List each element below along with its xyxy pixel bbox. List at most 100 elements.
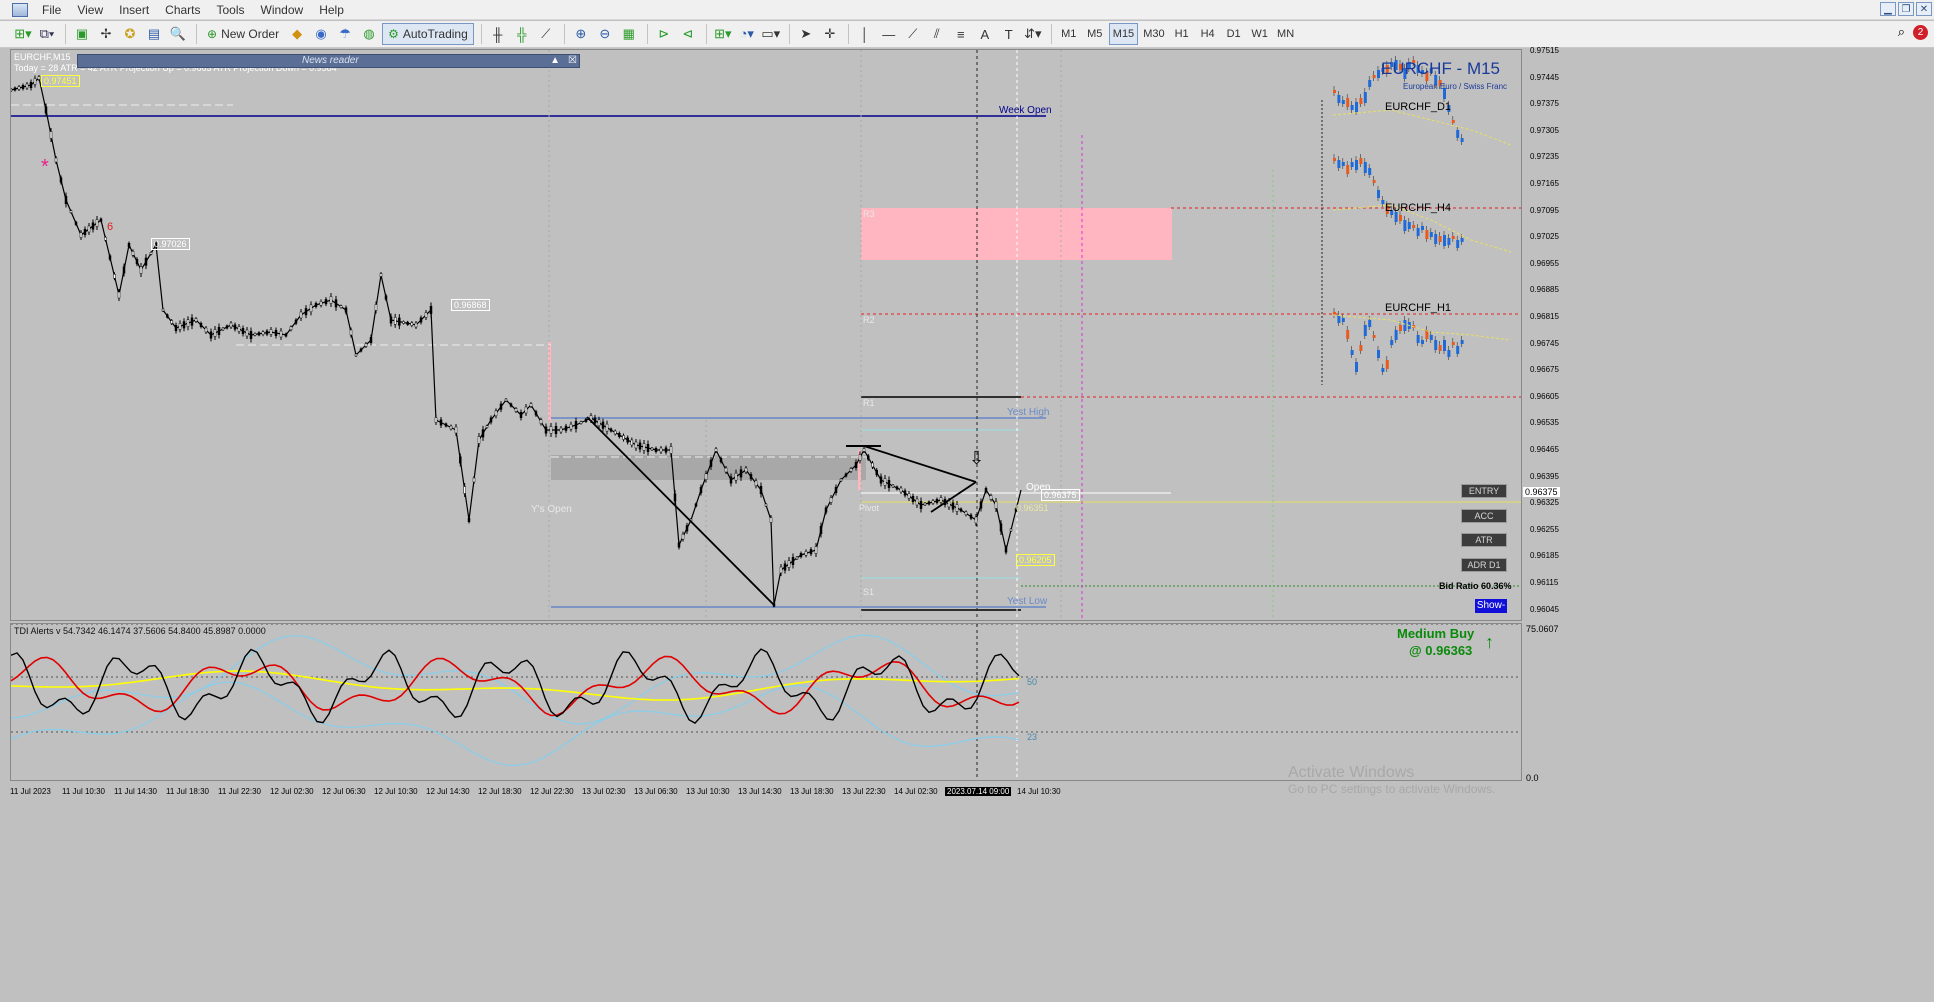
candle-body [241, 328, 245, 334]
line-chart-icon[interactable]: ⟋ [535, 23, 557, 45]
time-tick: 11 Jul 22:30 [218, 787, 261, 796]
trendline-icon[interactable]: ⟋ [902, 23, 924, 45]
acc-button[interactable]: ACC [1461, 509, 1507, 523]
pivot-label: Pivot [859, 503, 880, 513]
text-label-icon[interactable]: T [998, 23, 1020, 45]
timeframe-d1[interactable]: D1 [1222, 23, 1246, 45]
metaeditor-icon[interactable]: ◆ [286, 23, 308, 45]
periods-icon[interactable]: ◔▾ [736, 23, 758, 45]
minimize-icon[interactable]: ▁ [1880, 2, 1896, 16]
toolbar-separator [65, 24, 66, 44]
candle-body [229, 322, 233, 328]
candle-body [289, 326, 293, 331]
bar-chart-icon[interactable]: ╫ [487, 23, 509, 45]
menu-tools[interactable]: Tools [209, 0, 253, 20]
candle-body [867, 455, 870, 460]
candle-body [319, 301, 323, 306]
candle-body [410, 322, 414, 326]
new-chart-icon[interactable]: ⊞▾ [12, 23, 34, 45]
menu-insert[interactable]: Insert [111, 0, 157, 20]
menu-file[interactable]: File [34, 0, 69, 20]
candle-body [131, 251, 135, 256]
arrows-icon[interactable]: ⇵▾ [1022, 23, 1044, 45]
candle-body [677, 542, 681, 548]
candle-body [927, 501, 931, 505]
tdi-indicator-window[interactable]: TDI Alerts v 54.7342 46.1474 37.5606 54.… [10, 623, 1522, 781]
mini-candle [1403, 320, 1407, 331]
mini-candle [1456, 130, 1460, 138]
data-window-icon[interactable]: ✢ [95, 23, 117, 45]
mini-candle [1381, 200, 1385, 204]
atr-button[interactable]: ATR [1461, 533, 1507, 547]
zoom-in-icon[interactable]: ⊕ [570, 23, 592, 45]
vertical-line-icon[interactable]: │ [854, 23, 876, 45]
cursor-icon[interactable]: ➤ [795, 23, 817, 45]
mini-candle [1443, 235, 1446, 246]
menu-help[interactable]: Help [311, 0, 352, 20]
fibonacci-icon[interactable]: ≡ [950, 23, 972, 45]
strategy-tester-icon[interactable]: 🔍 [167, 23, 189, 45]
mini-candle [1350, 162, 1354, 167]
navigator-icon[interactable]: ✪ [119, 23, 141, 45]
restore-icon[interactable]: ❐ [1898, 2, 1914, 16]
show-button[interactable]: Show- [1475, 599, 1507, 613]
candle-body [104, 237, 107, 241]
mini-candle [1337, 315, 1341, 323]
mini-candle [1341, 162, 1345, 166]
candle-body [969, 514, 973, 519]
price-chart-canvas [11, 50, 1521, 620]
channel-icon[interactable]: ⫽ [926, 23, 948, 45]
time-tick: 12 Jul 14:30 [426, 787, 470, 796]
close-icon[interactable]: ☒ [568, 55, 577, 67]
market-icon[interactable]: ☂ [334, 23, 356, 45]
adr-d1-button[interactable]: ADR D1 [1461, 558, 1507, 572]
auto-scroll-icon[interactable]: ⊳ [653, 23, 675, 45]
zoom-out-icon[interactable]: ⊖ [594, 23, 616, 45]
news-reader-panel[interactable]: News reader ▲ ☒ [77, 54, 580, 68]
time-tick: 12 Jul 02:30 [270, 787, 314, 796]
candle-body [605, 423, 609, 432]
candle-body [309, 304, 313, 313]
candlestick-icon[interactable]: ╬ [511, 23, 533, 45]
tile-windows-icon[interactable]: ▦ [618, 23, 640, 45]
price-tick: 0.97165 [1530, 179, 1559, 188]
candle-body [883, 478, 887, 486]
terminal-icon[interactable]: ▤ [143, 23, 165, 45]
mini-candle [1346, 165, 1350, 174]
timeframe-h1[interactable]: H1 [1170, 23, 1194, 45]
main-chart[interactable]: EURCHF,M15 Today = 28 ATR = 42 ATR Proje… [10, 49, 1522, 621]
indicators-icon[interactable]: ⊞▾ [712, 23, 734, 45]
entry-button[interactable]: ENTRY [1461, 484, 1507, 498]
crosshair-icon[interactable]: ✛ [819, 23, 841, 45]
signals-icon[interactable]: ◉ [310, 23, 332, 45]
timeframe-m5[interactable]: M5 [1083, 23, 1107, 45]
notification-badge[interactable]: 2 [1913, 24, 1928, 40]
candle-body [739, 469, 743, 478]
menu-charts[interactable]: Charts [157, 0, 208, 20]
candle-body [724, 467, 728, 473]
text-icon[interactable]: A [974, 23, 996, 45]
candle-body [69, 210, 73, 213]
chart-shift-icon[interactable]: ⊲ [677, 23, 699, 45]
collapse-icon[interactable]: ▲ [550, 55, 560, 67]
down-arrow-icon: ⇩ [969, 448, 985, 468]
horizontal-line-icon[interactable]: — [878, 23, 900, 45]
menu-view[interactable]: View [69, 0, 111, 20]
close-icon[interactable]: ✕ [1916, 2, 1932, 16]
timeframe-w1[interactable]: W1 [1248, 23, 1272, 45]
timeframe-h4[interactable]: H4 [1196, 23, 1220, 45]
templates-icon[interactable]: ▭▾ [760, 23, 782, 45]
market-watch-icon[interactable]: ▣ [71, 23, 93, 45]
timeframe-mn[interactable]: MN [1274, 23, 1298, 45]
profiles-icon[interactable]: ⧉▾ [36, 23, 58, 45]
search-icon[interactable]: ⌕ [1898, 24, 1905, 40]
timeframe-m1[interactable]: M1 [1057, 23, 1081, 45]
new-order-button[interactable]: ⊕ New Order [202, 23, 284, 45]
autotrading-button[interactable]: ⚙ AutoTrading [382, 23, 474, 45]
timeframe-m30[interactable]: M30 [1140, 23, 1167, 45]
candle-body [829, 497, 833, 503]
menu-window[interactable]: Window [253, 0, 312, 20]
price-tick: 0.96535 [1530, 418, 1559, 428]
vps-icon[interactable]: ◍ [358, 23, 380, 45]
timeframe-m15[interactable]: M15 [1108, 23, 1139, 45]
